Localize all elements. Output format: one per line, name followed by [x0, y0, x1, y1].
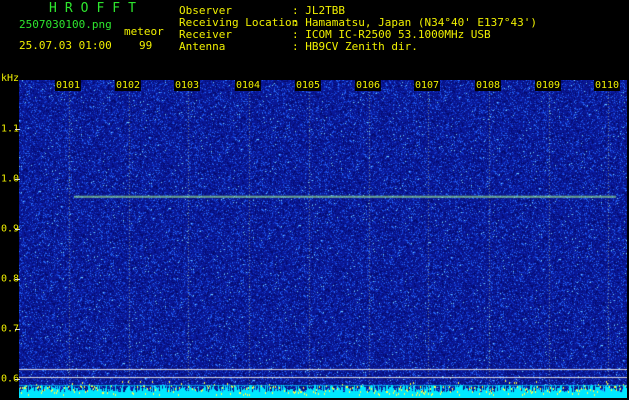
date-time: 25.07.03 01:00 [19, 39, 112, 52]
time-label: 0101 [54, 80, 82, 91]
time-label: 0105 [294, 80, 322, 91]
field-label-antenna: Antenna [179, 40, 226, 53]
y-tick [15, 379, 20, 380]
y-tick [15, 229, 20, 230]
time-label: 0109 [534, 80, 562, 91]
time-label: 0104 [234, 80, 262, 91]
y-axis-unit: kHz [1, 73, 20, 84]
y-tick [15, 279, 20, 280]
y-tick [15, 179, 20, 180]
y-tick [15, 329, 20, 330]
time-label: 0108 [474, 80, 502, 91]
file-name: 2507030100.png [19, 18, 112, 31]
y-tick [15, 129, 20, 130]
mode-label: meteor [124, 25, 164, 38]
spectrogram-plot [19, 80, 627, 398]
meteor-count: 99 [139, 39, 153, 52]
time-label: 0107 [413, 80, 441, 91]
time-label: 0106 [354, 80, 382, 91]
time-label: 0110 [593, 80, 621, 91]
field-value-antenna: : HB9CV Zenith dir. [292, 40, 418, 53]
time-label: 0103 [173, 80, 201, 91]
time-label: 0102 [114, 80, 142, 91]
spectrogram-canvas [19, 80, 627, 398]
hrofft-logo: HROFFT [49, 1, 144, 16]
